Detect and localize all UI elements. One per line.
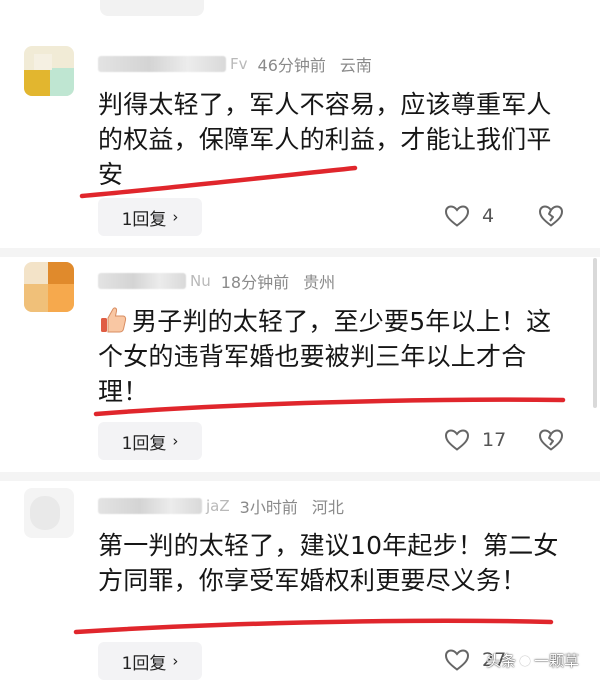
scrollbar[interactable]: [593, 258, 597, 408]
at-icon: [520, 655, 531, 666]
watermark: 头条 一颗草: [486, 650, 579, 671]
red-underline-marks: [73, 165, 566, 635]
underline-1: [79, 165, 358, 199]
watermark-prefix: 头条: [486, 652, 517, 670]
watermark-author: 一颗草: [534, 652, 580, 670]
underline-3: [73, 618, 554, 635]
underline-2: [93, 397, 566, 417]
